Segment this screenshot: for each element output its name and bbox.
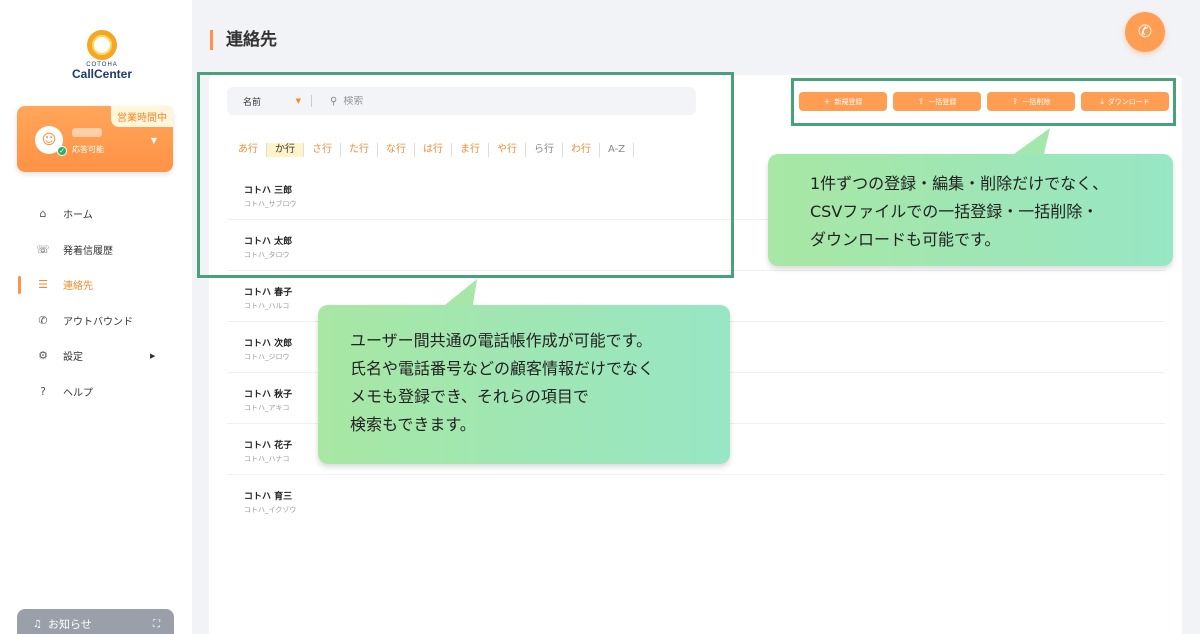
bell-icon: ♫ <box>33 618 42 630</box>
callout-line: CSVファイルでの一括登録・一括削除・ <box>810 202 1099 221</box>
callout-line: ユーザー間共通の電話帳作成が可能です。 <box>350 331 653 350</box>
sidebar-item-label: 設定 <box>63 352 83 364</box>
callout-shared-phonebook: ユーザー間共通の電話帳作成が可能です。 氏名や電話番号などの顧客情報だけでなく … <box>318 305 730 464</box>
sidebar-item-settings[interactable]: ⚙ 設定 ▶ <box>0 338 192 374</box>
chevron-right-icon: ▶ <box>150 351 156 360</box>
list-icon: ☰ <box>38 278 48 292</box>
sidebar-item-label: アウトバウンド <box>63 316 133 328</box>
contact-kana: コトハ_イクゾウ <box>244 506 297 514</box>
chevron-down-icon[interactable]: ▼ <box>151 136 157 145</box>
phone-call-button[interactable]: ✆ <box>1125 12 1165 52</box>
callout-line: メモも登録でき、それらの項目で <box>350 387 589 406</box>
contact-name: コトハ 春子 <box>244 288 293 298</box>
help-icon: ? <box>40 384 46 398</box>
page-title: 連絡先 <box>210 30 277 50</box>
sidebar-item-help[interactable]: ? ヘルプ <box>0 374 192 410</box>
expand-icon[interactable]: ⛶ <box>153 619 160 630</box>
highlight-box-actions <box>791 78 1176 126</box>
callout-line: 氏名や電話番号などの顧客情報だけでなく <box>350 359 655 378</box>
sidebar-item-contacts[interactable]: ☰ 連絡先 <box>0 267 192 303</box>
sidebar-item-label: 発着信履歴 <box>63 245 113 257</box>
gear-icon: ⚙ <box>38 349 48 363</box>
sidebar-item-home[interactable]: ⌂ ホーム <box>0 196 192 232</box>
callout-bulk-operations: 1件ずつの登録・編集・削除だけでなく、 CSVファイルでの一括登録・一括削除・ … <box>768 154 1173 266</box>
status-sub: 応答可能 <box>72 145 104 154</box>
outbound-icon: ✆ <box>38 313 48 327</box>
sidebar-item-label: 連絡先 <box>63 281 93 293</box>
sidebar-item-call-history[interactable]: ☏ 発着信履歴 <box>0 232 192 268</box>
phone-history-icon: ☏ <box>36 242 50 256</box>
home-icon: ⌂ <box>39 207 47 221</box>
sidebar: COTOHA CallCenter 営業時間中 ☺ ✓ 応答可能 ▼ ⌂ ホーム… <box>0 0 192 634</box>
status-card[interactable]: 営業時間中 ☺ ✓ 応答可能 ▼ <box>17 106 173 172</box>
check-icon: ✓ <box>57 146 67 156</box>
sidebar-item-label: ヘルプ <box>63 387 93 399</box>
logo-ring-icon <box>87 30 117 60</box>
logo: COTOHA CallCenter <box>68 30 136 81</box>
status-badge: 営業時間中 <box>111 106 173 127</box>
highlight-box-search-list <box>197 72 734 278</box>
callout-line: 1件ずつの登録・編集・削除だけでなく、 <box>810 174 1109 193</box>
notice-label: お知らせ <box>47 618 92 631</box>
logo-text: CallCenter <box>71 67 133 81</box>
callout-line: ダウンロードも可能です。 <box>810 230 1001 249</box>
sidebar-item-outbound[interactable]: ✆ アウトバウンド <box>0 303 192 339</box>
contact-name: コトハ 育三 <box>244 492 293 502</box>
user-name-redacted <box>72 128 102 137</box>
notice-bar[interactable]: ♫ お知らせ ⛶ <box>17 609 174 634</box>
callout-line: 検索もできます。 <box>350 415 476 434</box>
list-item[interactable]: コトハ 育三 コトハ_イクゾウ <box>227 475 1165 526</box>
sidebar-item-label: ホーム <box>63 210 93 222</box>
sidebar-nav: ⌂ ホーム ☏ 発着信履歴 ☰ 連絡先 ✆ アウトバウンド ⚙ 設定 ▶ ? ヘ… <box>0 196 192 409</box>
